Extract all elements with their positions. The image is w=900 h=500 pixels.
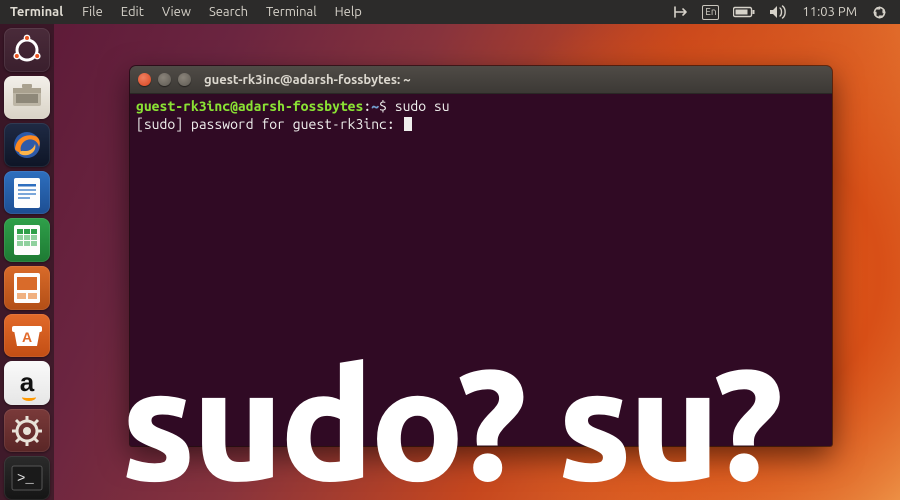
- launcher-files[interactable]: [4, 76, 50, 120]
- svg-text:A: A: [22, 329, 32, 345]
- terminal-command: sudo su: [395, 98, 450, 114]
- menu-terminal[interactable]: File: [73, 5, 112, 19]
- terminal-titlebar[interactable]: guest-rk3inc@adarsh-fossbytes: ~: [130, 66, 832, 94]
- menu-file[interactable]: Edit: [112, 5, 153, 19]
- prompt-user-host: guest-rk3inc@adarsh-fossbytes: [136, 98, 363, 114]
- files-icon: [10, 82, 44, 112]
- menu-view[interactable]: Search: [200, 5, 257, 19]
- firefox-icon: [9, 127, 45, 163]
- prompt-symbol: $: [379, 98, 387, 114]
- sound-indicator-icon[interactable]: [762, 5, 794, 19]
- language-label: En: [702, 5, 719, 20]
- keyboard-layout-indicator[interactable]: En: [695, 5, 726, 20]
- top-menubar: Terminal File Edit View Search Terminal …: [0, 0, 900, 24]
- window-maximize-button[interactable]: [178, 73, 191, 86]
- ubuntu-logo-icon: [10, 33, 44, 67]
- writer-icon: [12, 176, 42, 210]
- terminal-output-line: [sudo] password for guest-rk3inc:: [136, 116, 403, 132]
- network-indicator-icon[interactable]: [665, 5, 695, 19]
- software-center-icon: A: [10, 320, 44, 350]
- terminal-title: guest-rk3inc@adarsh-fossbytes: ~: [204, 73, 411, 87]
- window-close-button[interactable]: [138, 73, 151, 86]
- session-indicator-icon[interactable]: [865, 5, 894, 20]
- launcher-impress[interactable]: [4, 266, 50, 310]
- launcher-writer[interactable]: [4, 171, 50, 215]
- menu-edit[interactable]: View: [153, 5, 200, 19]
- terminal-body[interactable]: guest-rk3inc@adarsh-fossbytes:~$ sudo su…: [130, 94, 832, 137]
- prompt-path: ~: [371, 98, 379, 114]
- focused-app-name: Terminal: [0, 5, 73, 19]
- clock-indicator[interactable]: 11:03 PM: [794, 5, 865, 19]
- menu-search[interactable]: Terminal: [257, 5, 326, 19]
- window-minimize-button[interactable]: [158, 73, 171, 86]
- terminal-cursor: [404, 117, 412, 131]
- launcher-firefox[interactable]: [4, 123, 50, 167]
- impress-icon: [12, 271, 42, 305]
- menu-terminal-2[interactable]: Help: [326, 5, 371, 19]
- launcher-dash[interactable]: [4, 28, 50, 72]
- overlay-caption: sudo? su?: [0, 347, 900, 500]
- launcher-calc[interactable]: [4, 218, 50, 262]
- battery-indicator-icon[interactable]: [726, 6, 762, 18]
- calc-icon: [12, 223, 42, 257]
